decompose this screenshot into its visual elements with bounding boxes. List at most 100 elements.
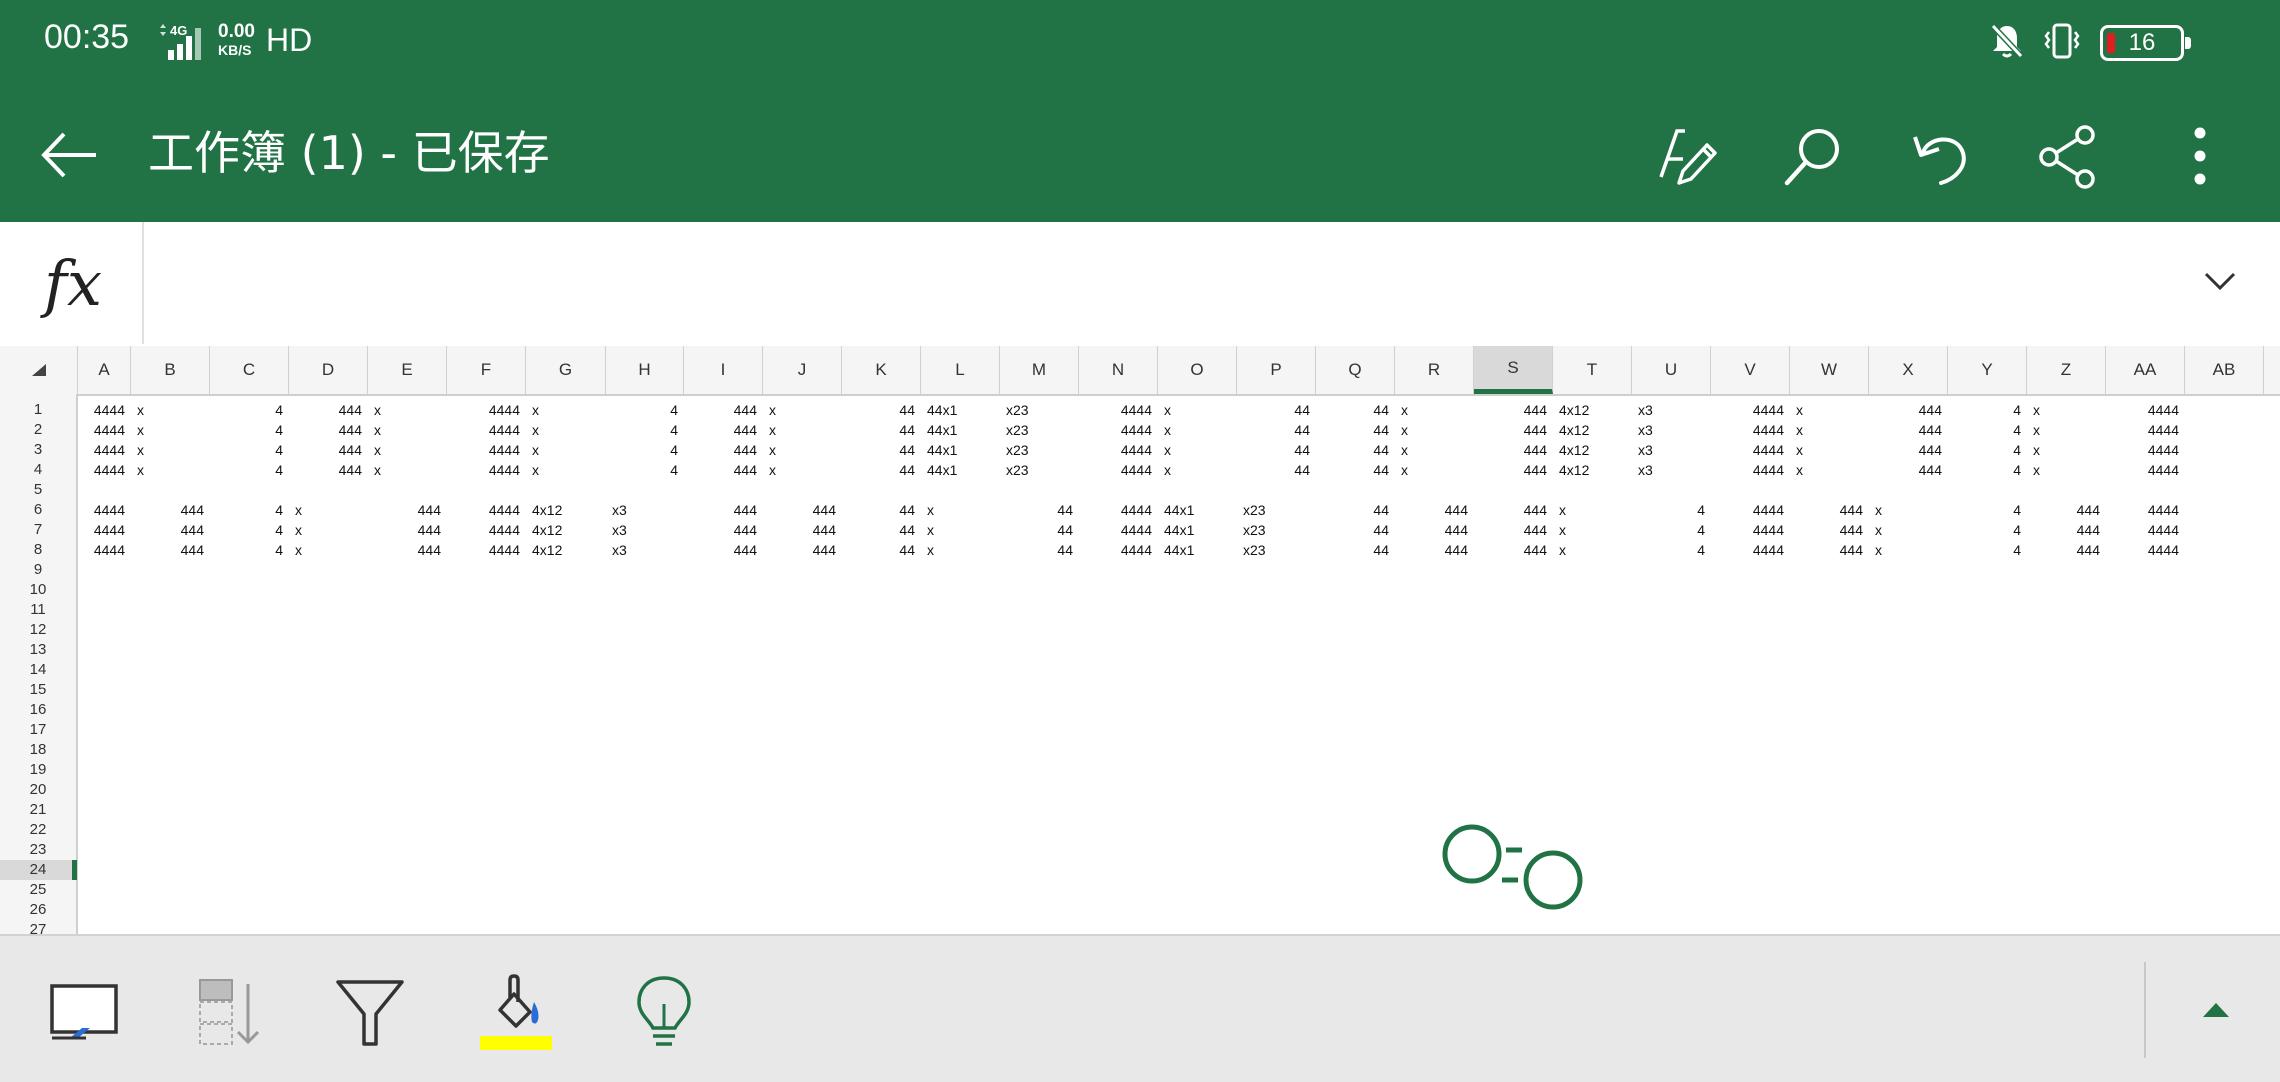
cell-m6[interactable]: 44: [1000, 500, 1073, 520]
cell-i4[interactable]: 444: [684, 460, 757, 480]
cell-f8[interactable]: 4444: [447, 540, 520, 560]
cell-w6[interactable]: 444: [1790, 500, 1863, 520]
column-header-m[interactable]: M: [1000, 346, 1079, 394]
cell-q4[interactable]: x: [1401, 460, 1408, 480]
cell-t1[interactable]: 4x12: [1559, 400, 1589, 420]
cell-x3[interactable]: 444: [1869, 440, 1942, 460]
cell-j6[interactable]: 444: [763, 500, 836, 520]
column-header-p[interactable]: P: [1237, 346, 1316, 394]
cell-p2[interactable]: 44: [1237, 420, 1310, 440]
expand-ribbon-button[interactable]: [2180, 980, 2252, 1040]
cell-n3[interactable]: 4444: [1079, 440, 1152, 460]
cell-n1[interactable]: 4444: [1079, 400, 1152, 420]
cell-d3[interactable]: x: [374, 440, 381, 460]
cell-a1[interactable]: 4444: [78, 400, 125, 420]
cell-h6[interactable]: x3: [612, 500, 627, 520]
column-header-aa[interactable]: AA: [2106, 346, 2185, 394]
cell-p4[interactable]: 44: [1237, 460, 1310, 480]
row-header-22[interactable]: 22: [0, 820, 76, 840]
cell-a4[interactable]: 4444: [78, 460, 125, 480]
cell-s7[interactable]: x: [1559, 520, 1566, 540]
cell-f3[interactable]: x: [532, 440, 539, 460]
cell-n3[interactable]: x: [1164, 440, 1171, 460]
cell-d4[interactable]: x: [374, 460, 381, 480]
cell-d3[interactable]: 444: [289, 440, 362, 460]
cell-f4[interactable]: x: [532, 460, 539, 480]
cell-y3[interactable]: x: [2033, 440, 2040, 460]
spreadsheet-grid[interactable]: A B C D E F G H I J K L M N O P Q R S T U V W X Y Z AA AB 123456789…: [0, 346, 2280, 934]
cell-e8[interactable]: 444: [368, 540, 441, 560]
cell-a6[interactable]: 4444: [78, 500, 125, 520]
cell-i1[interactable]: x: [769, 400, 776, 420]
cell-h4[interactable]: 4: [606, 460, 678, 480]
cell-t4[interactable]: 4x12: [1559, 460, 1589, 480]
cell-a4[interactable]: x: [137, 460, 144, 480]
column-header-y[interactable]: Y: [1948, 346, 2027, 394]
cell-d1[interactable]: x: [374, 400, 381, 420]
cell-e6[interactable]: 444: [368, 500, 441, 520]
cell-y8[interactable]: 4: [1948, 540, 2021, 560]
cell-z6[interactable]: 444: [2027, 500, 2100, 520]
cell-s8[interactable]: x: [1559, 540, 1566, 560]
cell-v6[interactable]: 4444: [1711, 500, 1784, 520]
cell-f4[interactable]: 4444: [447, 460, 520, 480]
row-header-4[interactable]: 4: [0, 460, 76, 480]
cell-r8[interactable]: 444: [1395, 540, 1468, 560]
cell-n8[interactable]: 4444: [1079, 540, 1152, 560]
cell-t3[interactable]: 4x12: [1559, 440, 1589, 460]
cell-j8[interactable]: 444: [763, 540, 836, 560]
row-header-16[interactable]: 16: [0, 700, 76, 720]
cell-w7[interactable]: x: [1875, 520, 1882, 540]
cell-u7[interactable]: 4: [1632, 520, 1705, 540]
fill-color-button[interactable]: [476, 972, 556, 1052]
cell-f1[interactable]: 4444: [447, 400, 520, 420]
row-header-18[interactable]: 18: [0, 740, 76, 760]
cell-k8[interactable]: 44: [842, 540, 915, 560]
cell-k2[interactable]: 44: [842, 420, 915, 440]
cell-s3[interactable]: 444: [1474, 440, 1547, 460]
cell-u3[interactable]: x3: [1638, 440, 1653, 460]
cell-o6[interactable]: 44x1: [1164, 500, 1194, 520]
cell-w6[interactable]: x: [1875, 500, 1882, 520]
column-header-j[interactable]: J: [763, 346, 842, 394]
cell-v3[interactable]: x: [1796, 440, 1803, 460]
cell-v4[interactable]: x: [1796, 460, 1803, 480]
cell-y4[interactable]: 4: [1948, 460, 2021, 480]
cell-a3[interactable]: 4444: [78, 440, 125, 460]
cell-aa7[interactable]: 4444: [2106, 520, 2179, 540]
cell-f2[interactable]: 4444: [447, 420, 520, 440]
cell-k6[interactable]: x: [927, 500, 934, 520]
cell-i2[interactable]: x: [769, 420, 776, 440]
cell-y1[interactable]: x: [2033, 400, 2040, 420]
cell-q3[interactable]: 44: [1316, 440, 1389, 460]
cell-a1[interactable]: x: [137, 400, 144, 420]
row-header-1[interactable]: 1: [0, 400, 76, 420]
cell-i7[interactable]: 444: [684, 520, 757, 540]
row-header-27[interactable]: 27: [0, 920, 76, 934]
cell-l4[interactable]: 44x1: [927, 460, 957, 480]
row-header-21[interactable]: 21: [0, 800, 76, 820]
cell-k6[interactable]: 44: [842, 500, 915, 520]
cell-d2[interactable]: 444: [289, 420, 362, 440]
row-header-15[interactable]: 15: [0, 680, 76, 700]
cell-f1[interactable]: x: [532, 400, 539, 420]
cell-m7[interactable]: 44: [1000, 520, 1073, 540]
cell-k7[interactable]: 44: [842, 520, 915, 540]
back-button[interactable]: [36, 120, 106, 190]
cell-c8[interactable]: 4: [210, 540, 283, 560]
cell-v3[interactable]: 4444: [1711, 440, 1784, 460]
column-header-f[interactable]: F: [447, 346, 526, 394]
cell-f7[interactable]: 4444: [447, 520, 520, 540]
select-mode-button[interactable]: [44, 972, 124, 1052]
cell-c1[interactable]: 4: [210, 400, 283, 420]
cell-v4[interactable]: 4444: [1711, 460, 1784, 480]
cell-i3[interactable]: x: [769, 440, 776, 460]
cell-y2[interactable]: x: [2033, 420, 2040, 440]
cell-o8[interactable]: 44x1: [1164, 540, 1194, 560]
cell-a8[interactable]: 4444: [78, 540, 125, 560]
cell-b6[interactable]: 444: [131, 500, 204, 520]
column-header-r[interactable]: R: [1395, 346, 1474, 394]
cell-q1[interactable]: x: [1401, 400, 1408, 420]
formula-expand-button[interactable]: [2190, 252, 2250, 312]
cell-g6[interactable]: 4x12: [532, 500, 562, 520]
